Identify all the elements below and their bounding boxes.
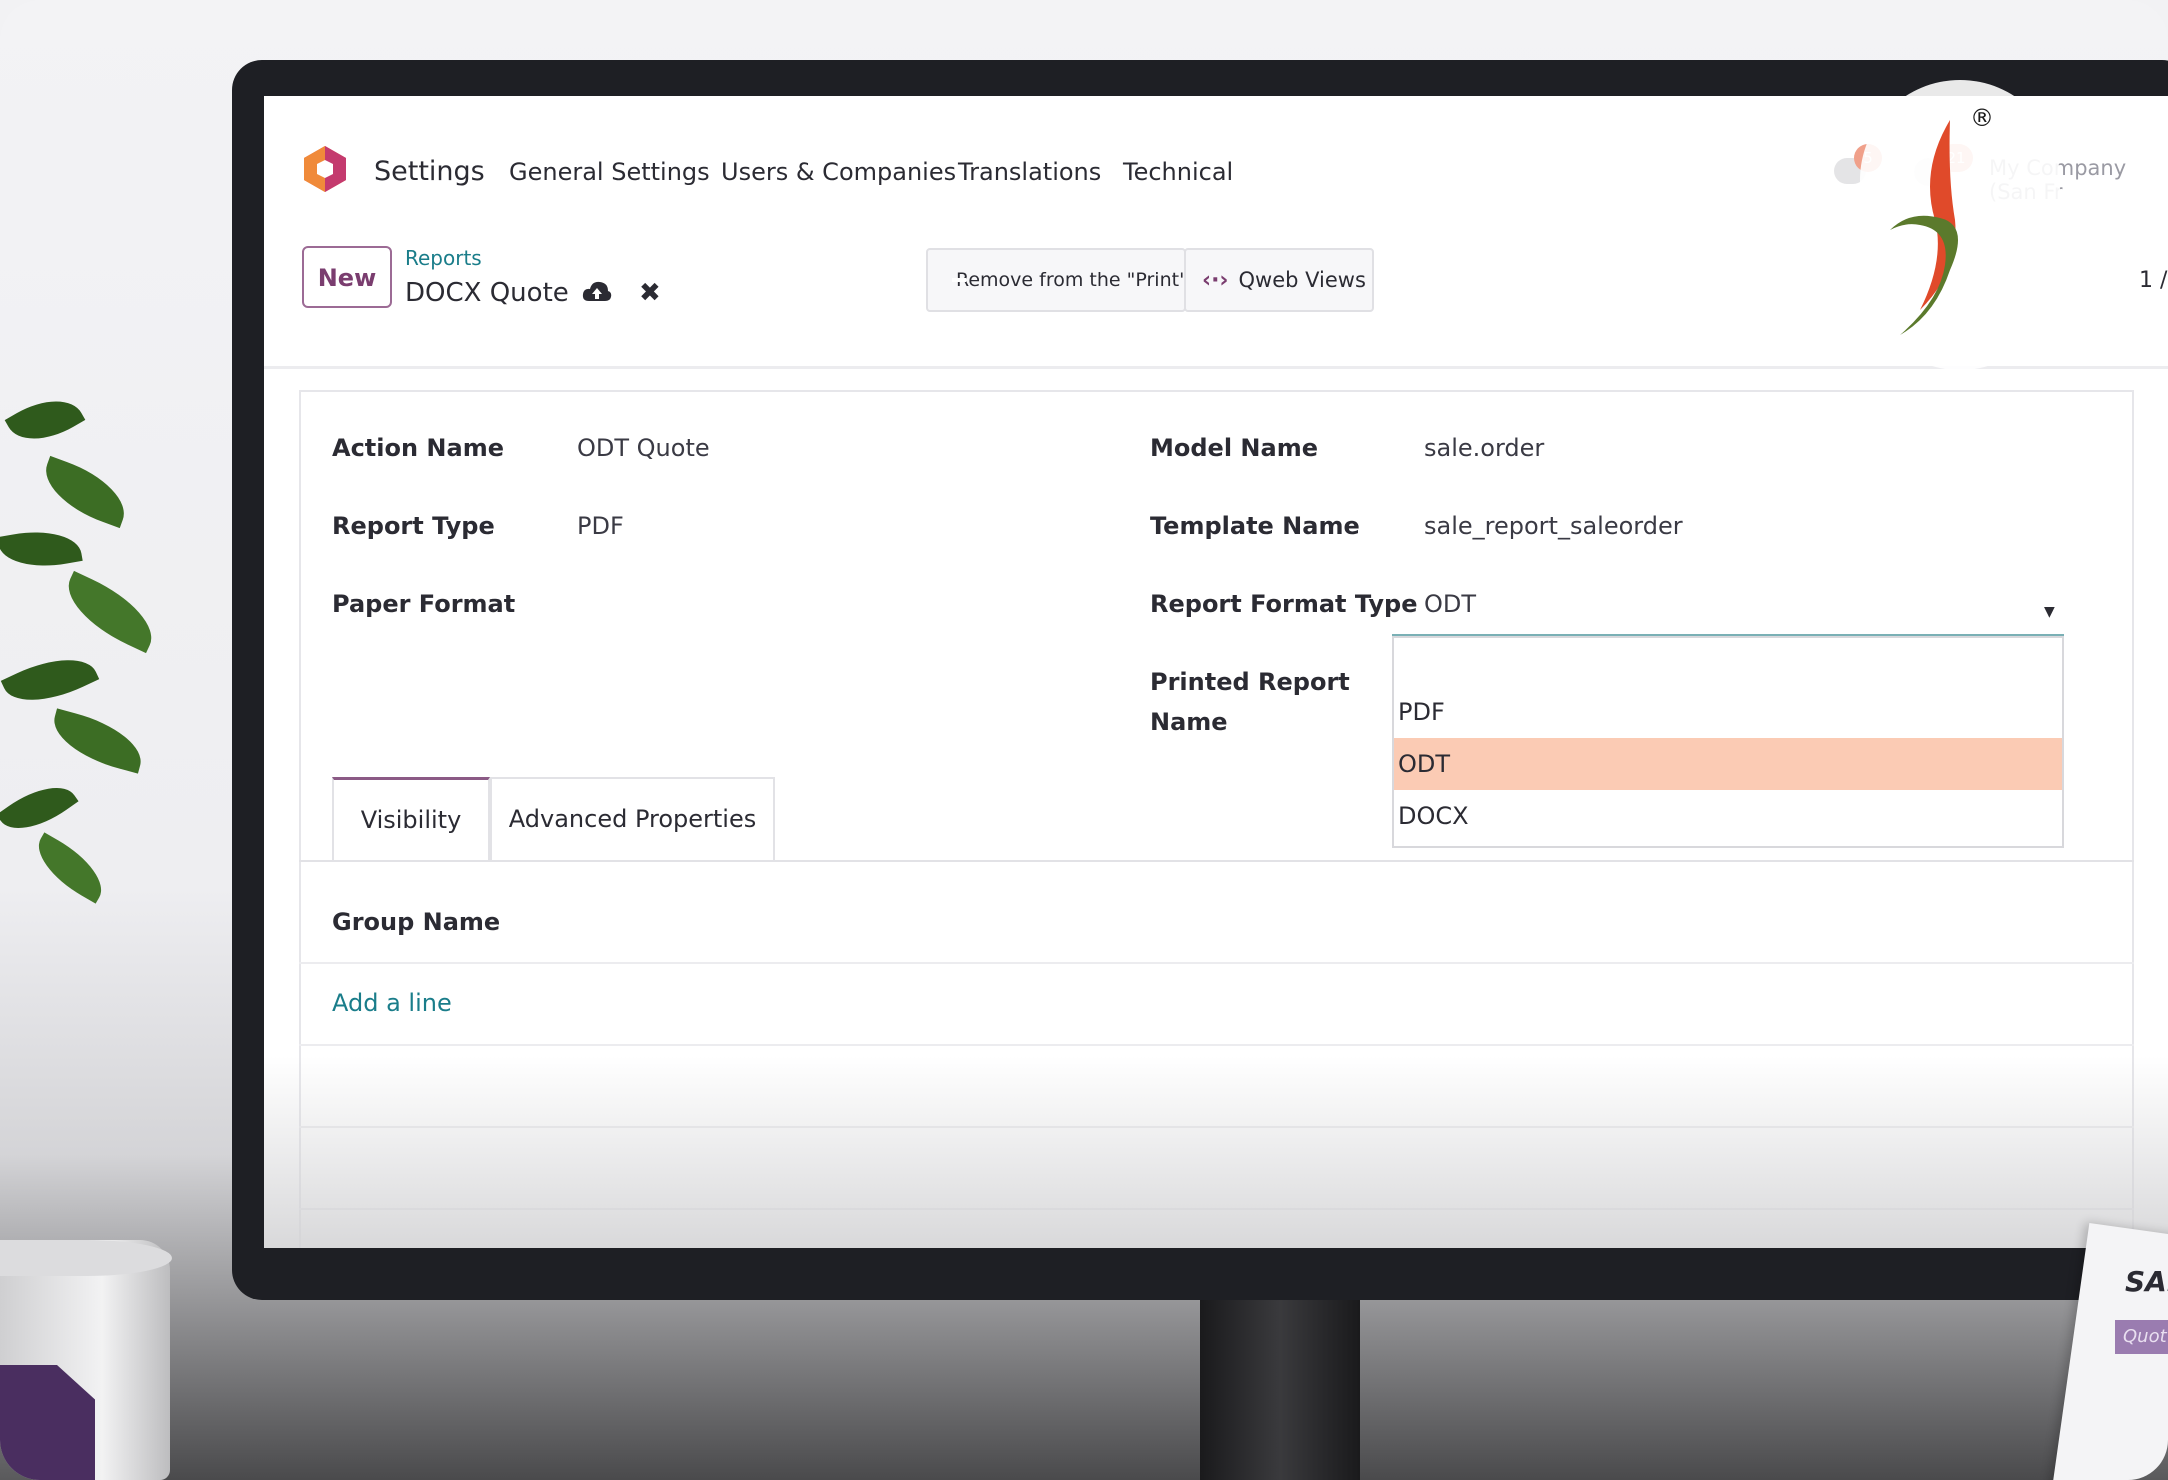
registered-mark: ®	[1970, 104, 1994, 132]
report-type-field[interactable]: PDF	[577, 512, 624, 540]
tab-divider	[299, 860, 2134, 862]
paper-title: SAL	[2125, 1265, 2168, 1298]
action-name-field[interactable]: ODT Quote	[577, 434, 710, 462]
nav-item-technical[interactable]: Technical	[1123, 158, 1233, 186]
nav-brand-settings[interactable]: Settings	[374, 156, 485, 187]
report-format-type-select[interactable]: ODT	[1424, 590, 1476, 618]
nav-item-translations[interactable]: Translations	[958, 158, 1101, 186]
report-format-type-dropdown: PDF ODT DOCX	[1392, 636, 2064, 848]
template-name-field[interactable]: sale_report_saleorder	[1424, 512, 1683, 540]
tab-advanced-properties[interactable]: Advanced Properties	[490, 777, 775, 861]
discard-icon[interactable]: ✖	[639, 278, 661, 308]
nav-item-general-settings[interactable]: General Settings	[509, 158, 710, 186]
nav-item-users-companies[interactable]: Users & Companies	[721, 158, 956, 186]
mug-rim	[0, 1240, 172, 1276]
printed-report-name-label-1: Printed Report	[1150, 668, 1350, 696]
action-name-label: Action Name	[332, 434, 504, 462]
report-format-type-label: Report Format Type	[1150, 590, 1418, 618]
report-type-label: Report Type	[332, 512, 495, 540]
dropdown-option-pdf[interactable]: PDF	[1394, 686, 2062, 738]
brand-logo-icon	[1890, 120, 1958, 335]
remove-from-print-button[interactable]: Remove from the "Print" menu	[926, 248, 1248, 312]
qweb-views-label: Qweb Views	[1238, 268, 1366, 292]
chevron-down-icon[interactable]: ▼	[2044, 604, 2055, 620]
model-name-field[interactable]: sale.order	[1424, 434, 1544, 462]
model-name-label: Model Name	[1150, 434, 1318, 462]
plant-decoration	[0, 360, 170, 920]
paper-format-field[interactable]	[577, 586, 1077, 622]
template-name-label: Template Name	[1150, 512, 1360, 540]
cloud-upload-icon[interactable]	[582, 279, 612, 305]
pager[interactable]: 1 /	[2139, 268, 2167, 293]
printed-report-name-label-2: Name	[1150, 708, 1228, 736]
monitor-stand	[1200, 1300, 1360, 1480]
dropdown-option-odt[interactable]: ODT	[1394, 738, 2062, 790]
tab-visibility[interactable]: Visibility	[332, 777, 490, 861]
table-row-divider	[299, 1208, 2134, 1210]
paper-format-label: Paper Format	[332, 590, 516, 618]
dropdown-empty-option[interactable]	[1394, 638, 2062, 686]
app-logo-icon	[304, 146, 346, 192]
qweb-views-button[interactable]: ‹·› Qweb Views	[1184, 248, 1374, 312]
table-row-divider	[299, 1126, 2134, 1128]
new-button[interactable]: New	[302, 246, 392, 308]
photo-backdrop: Settings General Settings Users & Compan…	[0, 0, 2168, 1480]
paper-bar: Quot	[2115, 1320, 2168, 1354]
group-name-column-header: Group Name	[332, 908, 501, 936]
table-row-divider	[299, 1044, 2134, 1046]
breadcrumb-current: DOCX Quote	[405, 278, 569, 308]
table-header-divider	[299, 962, 2134, 964]
breadcrumb-reports-link[interactable]: Reports	[405, 246, 482, 270]
code-icon: ‹·›	[1202, 267, 1229, 293]
dropdown-option-docx[interactable]: DOCX	[1394, 790, 2062, 842]
add-a-line-link[interactable]: Add a line	[332, 989, 452, 1017]
